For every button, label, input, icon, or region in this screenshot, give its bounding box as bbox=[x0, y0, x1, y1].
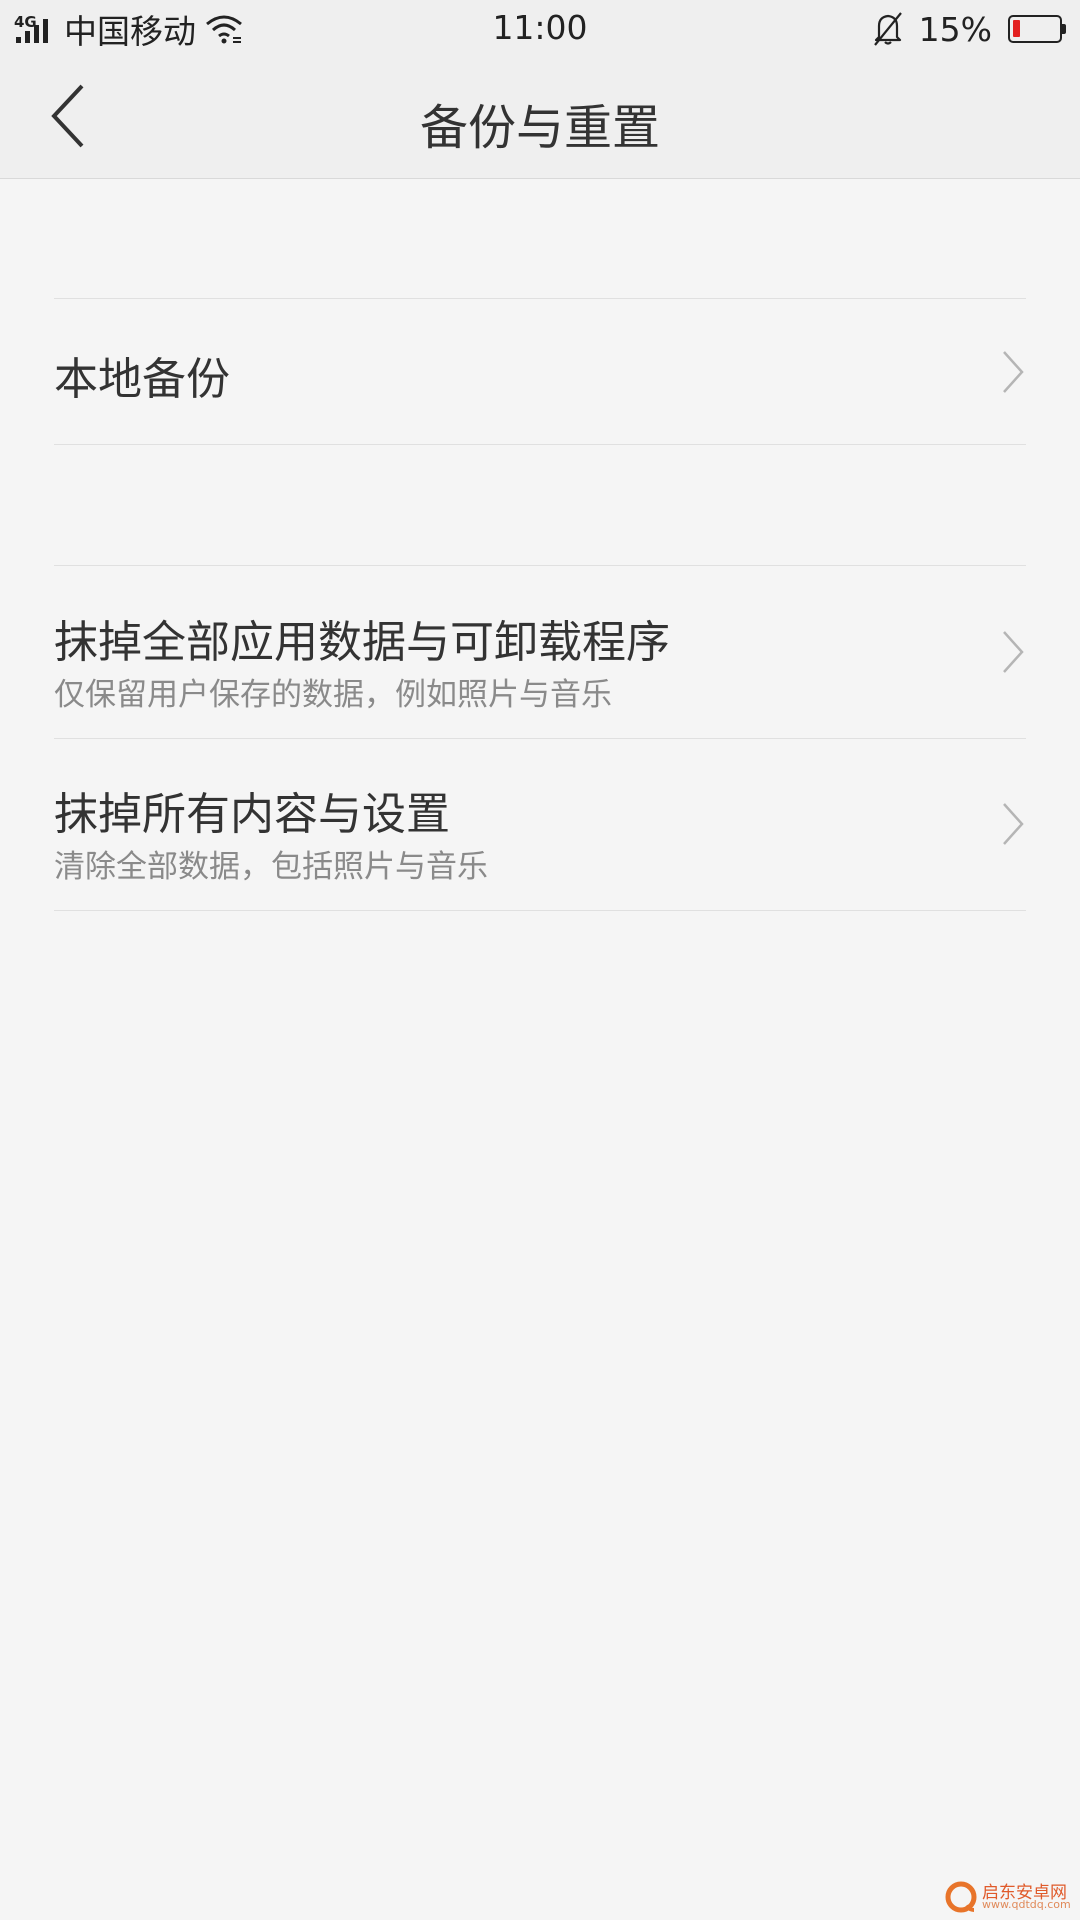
battery-percent: 15% bbox=[918, 9, 992, 49]
section-reset: 抹掉全部应用数据与可卸载程序 仅保留用户保存的数据，例如照片与音乐 抹掉所有内容… bbox=[54, 565, 1026, 911]
divider bbox=[54, 444, 1026, 445]
watermark-logo-icon bbox=[945, 1881, 977, 1913]
section-backup: 本地备份 bbox=[54, 298, 1026, 445]
item-title: 本地备份 bbox=[54, 354, 230, 405]
divider bbox=[54, 910, 1026, 911]
item-subtitle: 仅保留用户保存的数据，例如照片与音乐 bbox=[54, 677, 612, 713]
chevron-right-icon bbox=[1003, 803, 1024, 845]
chevron-right-icon bbox=[1003, 631, 1024, 673]
list-item-local-backup[interactable]: 本地备份 bbox=[54, 299, 1026, 444]
watermark: 启东安卓网 www.qdtdq.com bbox=[944, 1876, 1074, 1916]
title-bar: 备份与重置 bbox=[0, 56, 1080, 179]
watermark-url: www.qdtdq.com bbox=[982, 1898, 1071, 1911]
status-right: 15% bbox=[871, 6, 1066, 52]
list-item-erase-all[interactable]: 抹掉所有内容与设置 清除全部数据，包括照片与音乐 bbox=[54, 739, 1026, 910]
item-title: 抹掉所有内容与设置 bbox=[54, 789, 450, 840]
item-title: 抹掉全部应用数据与可卸载程序 bbox=[54, 617, 670, 668]
battery-level-fill bbox=[1013, 20, 1020, 37]
item-subtitle: 清除全部数据，包括照片与音乐 bbox=[54, 849, 488, 885]
chevron-right-icon bbox=[1003, 351, 1024, 393]
status-bar: 4G 中国移动 11:00 15% bbox=[0, 0, 1080, 56]
bell-muted-icon bbox=[873, 12, 902, 46]
list-item-erase-app-data[interactable]: 抹掉全部应用数据与可卸载程序 仅保留用户保存的数据，例如照片与音乐 bbox=[54, 566, 1026, 738]
battery-icon bbox=[1008, 15, 1066, 43]
page-title: 备份与重置 bbox=[419, 100, 660, 156]
